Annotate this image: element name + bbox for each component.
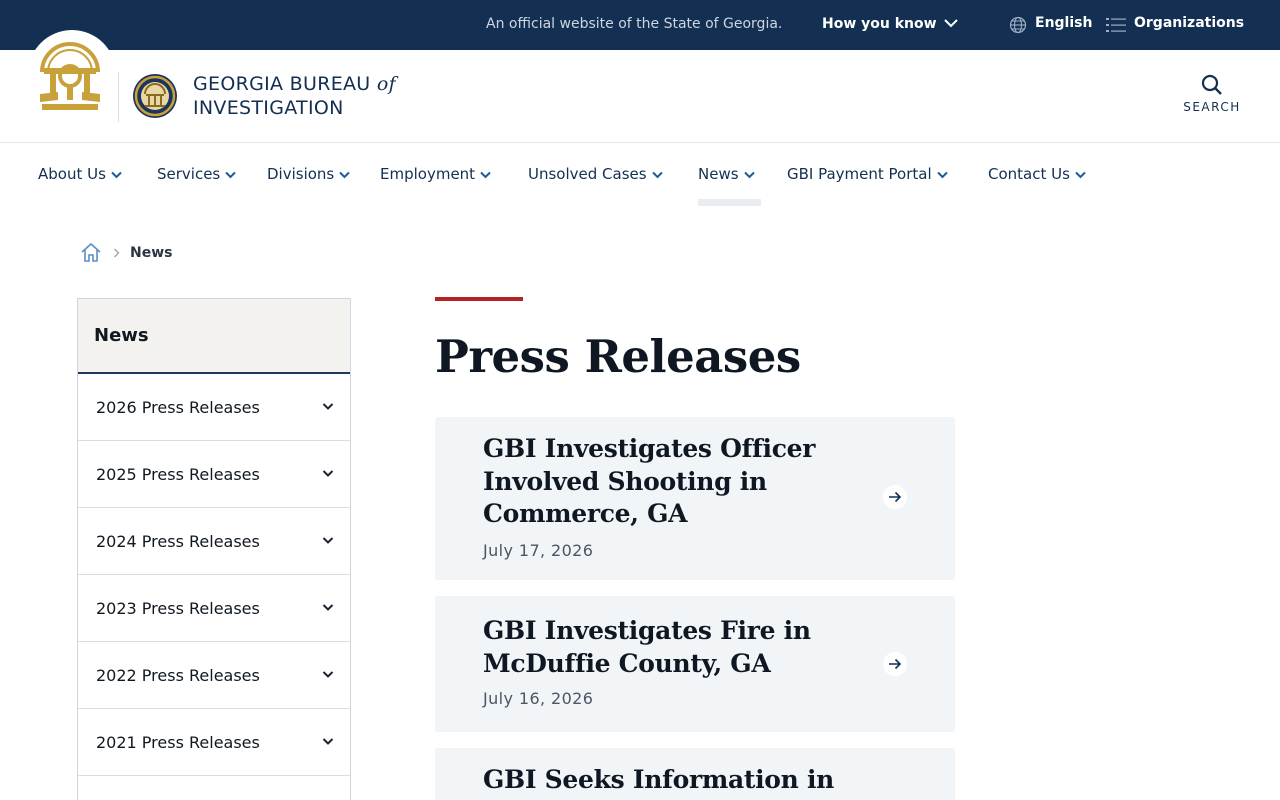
chevron-down-icon[interactable] [322,737,334,746]
nav-contact-us[interactable]: Contact Us [988,165,1086,183]
site-title-of: of [376,73,396,95]
nav-gbi-payment-portal[interactable]: GBI Payment Portal [787,165,948,183]
press-release-card[interactable]: GBI Investigates Officer Involved Shooti… [435,417,955,580]
nav-label: Employment [380,165,476,183]
nav-divisions[interactable]: Divisions [267,165,350,183]
gbi-seal-logo[interactable] [132,70,178,122]
site-title-line1: GEORGIA BUREAU [193,73,371,95]
press-release-date: July 16, 2026 [483,689,594,708]
chevron-down-icon[interactable] [322,603,334,612]
chevron-down-icon [339,171,350,178]
press-release-date: July 17, 2026 [483,541,594,560]
chevron-down-icon [651,171,663,178]
official-website-text: An official website of the State of Geor… [486,16,783,32]
chevron-down-icon [743,171,755,178]
nav-label: Unsolved Cases [528,165,647,183]
nav-active-indicator [698,199,761,206]
official-banner: An official website of the State of Geor… [0,0,1280,50]
sidebar-item-2023[interactable]: 2023 Press Releases [78,575,350,642]
site-header: GEORGIA BUREAU of INVESTIGATION SEARCH [0,30,1280,143]
logo-divider [118,72,119,122]
sidebar-item-label: 2024 Press Releases [96,532,260,551]
press-release-title[interactable]: GBI Investigates Fire in McDuffie County… [483,615,843,680]
press-release-card[interactable]: GBI Investigates Fire in McDuffie County… [435,596,955,732]
chevron-down-icon [111,171,122,178]
chevron-down-icon [225,171,236,178]
nav-label: GBI Payment Portal [787,165,932,183]
sidebar-item-label: 2026 Press Releases [96,398,260,417]
search-button[interactable]: SEARCH [1180,74,1244,120]
nav-label: News [698,165,739,183]
search-icon [1201,74,1222,95]
press-release-title[interactable]: GBI Investigates Officer Involved Shooti… [483,433,843,531]
sidebar-item-label: 2023 Press Releases [96,599,260,618]
organizations-label: Organizations [1134,15,1245,31]
nav-label: Services [157,165,221,183]
sidebar-item-2024[interactable]: 2024 Press Releases [78,508,350,575]
chevron-down-icon [1075,171,1086,178]
nav-label: Divisions [267,165,335,183]
sidebar-item-label: 2021 Press Releases [96,733,260,752]
chevron-right-icon [114,248,120,258]
arrow-right-icon[interactable] [883,652,907,676]
chevron-down-icon[interactable] [322,402,334,411]
nav-label: Contact Us [988,165,1070,183]
sidebar-item-2021[interactable]: 2021 Press Releases [78,709,350,776]
language-label: English [1035,15,1093,31]
nav-unsolved-cases[interactable]: Unsolved Cases [528,165,663,183]
how-you-know-toggle[interactable]: How you know [822,16,937,32]
site-title-line2: INVESTIGATION [193,97,344,119]
chevron-down-icon[interactable] [944,18,958,28]
breadcrumb-current: News [130,245,173,261]
chevron-down-icon[interactable] [322,536,334,545]
chevron-down-icon[interactable] [322,469,334,478]
page-title: Press Releases [435,330,801,383]
chevron-down-icon [480,171,491,178]
nav-employment[interactable]: Employment [380,165,491,183]
press-release-title[interactable]: GBI Seeks Information in [483,764,903,797]
sidebar-item-label: 2025 Press Releases [96,465,260,484]
sidebar-item-2026[interactable]: 2026 Press Releases [78,374,350,441]
press-release-card[interactable]: GBI Seeks Information in [435,748,955,800]
sidebar-heading: News [78,299,350,374]
list-icon [1106,18,1126,32]
chevron-down-icon[interactable] [322,670,334,679]
search-label: SEARCH [1183,100,1241,114]
sidebar-item-label: 2022 Press Releases [96,666,260,685]
title-accent-bar [435,297,523,301]
arrow-right-icon[interactable] [883,485,907,509]
home-icon[interactable] [80,241,102,263]
nav-services[interactable]: Services [157,165,236,183]
nav-label: About Us [38,165,106,183]
nav-news[interactable]: News [698,165,755,183]
chevron-down-icon [936,171,948,178]
sidebar-item-2022[interactable]: 2022 Press Releases [78,642,350,709]
news-sidebar: News 2026 Press Releases 2025 Press Rele… [77,298,351,800]
sidebar-item-2025[interactable]: 2025 Press Releases [78,441,350,508]
nav-about-us[interactable]: About Us [38,165,122,183]
site-title[interactable]: GEORGIA BUREAU of INVESTIGATION [193,72,396,120]
main-nav: About Us Services Divisions Employment U… [0,143,1280,207]
globe-icon [1009,16,1027,34]
georgia-state-seal-logo[interactable] [38,42,102,114]
